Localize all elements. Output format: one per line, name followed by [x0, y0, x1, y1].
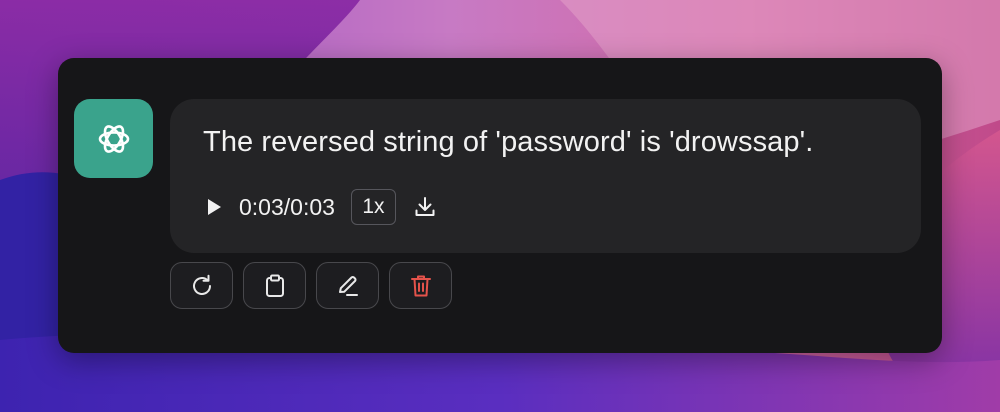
assistant-message-bubble: The reversed string of 'password' is 'dr… [170, 99, 921, 253]
audio-player: 0:03/0:03 1x [206, 189, 438, 225]
assistant-avatar [74, 99, 153, 178]
refresh-icon [192, 274, 211, 295]
play-icon [208, 199, 221, 215]
play-button[interactable] [206, 197, 224, 217]
playback-speed-button[interactable]: 1x [350, 189, 396, 225]
copy-button[interactable] [243, 262, 306, 309]
openai-logo-icon [98, 124, 129, 153]
delete-button[interactable] [389, 262, 452, 309]
message-text: The reversed string of 'password' is 'dr… [203, 126, 814, 158]
audio-time: 0:03/0:03 [239, 193, 335, 220]
edit-button[interactable] [316, 262, 379, 309]
regenerate-button[interactable] [170, 262, 233, 309]
download-button[interactable] [412, 194, 438, 220]
download-icon [415, 197, 435, 216]
trash-icon [410, 275, 431, 296]
chat-message-card: The reversed string of 'password' is 'dr… [58, 58, 942, 353]
message-actions [170, 262, 452, 309]
pencil-icon [338, 275, 358, 296]
clipboard-icon [265, 274, 284, 297]
